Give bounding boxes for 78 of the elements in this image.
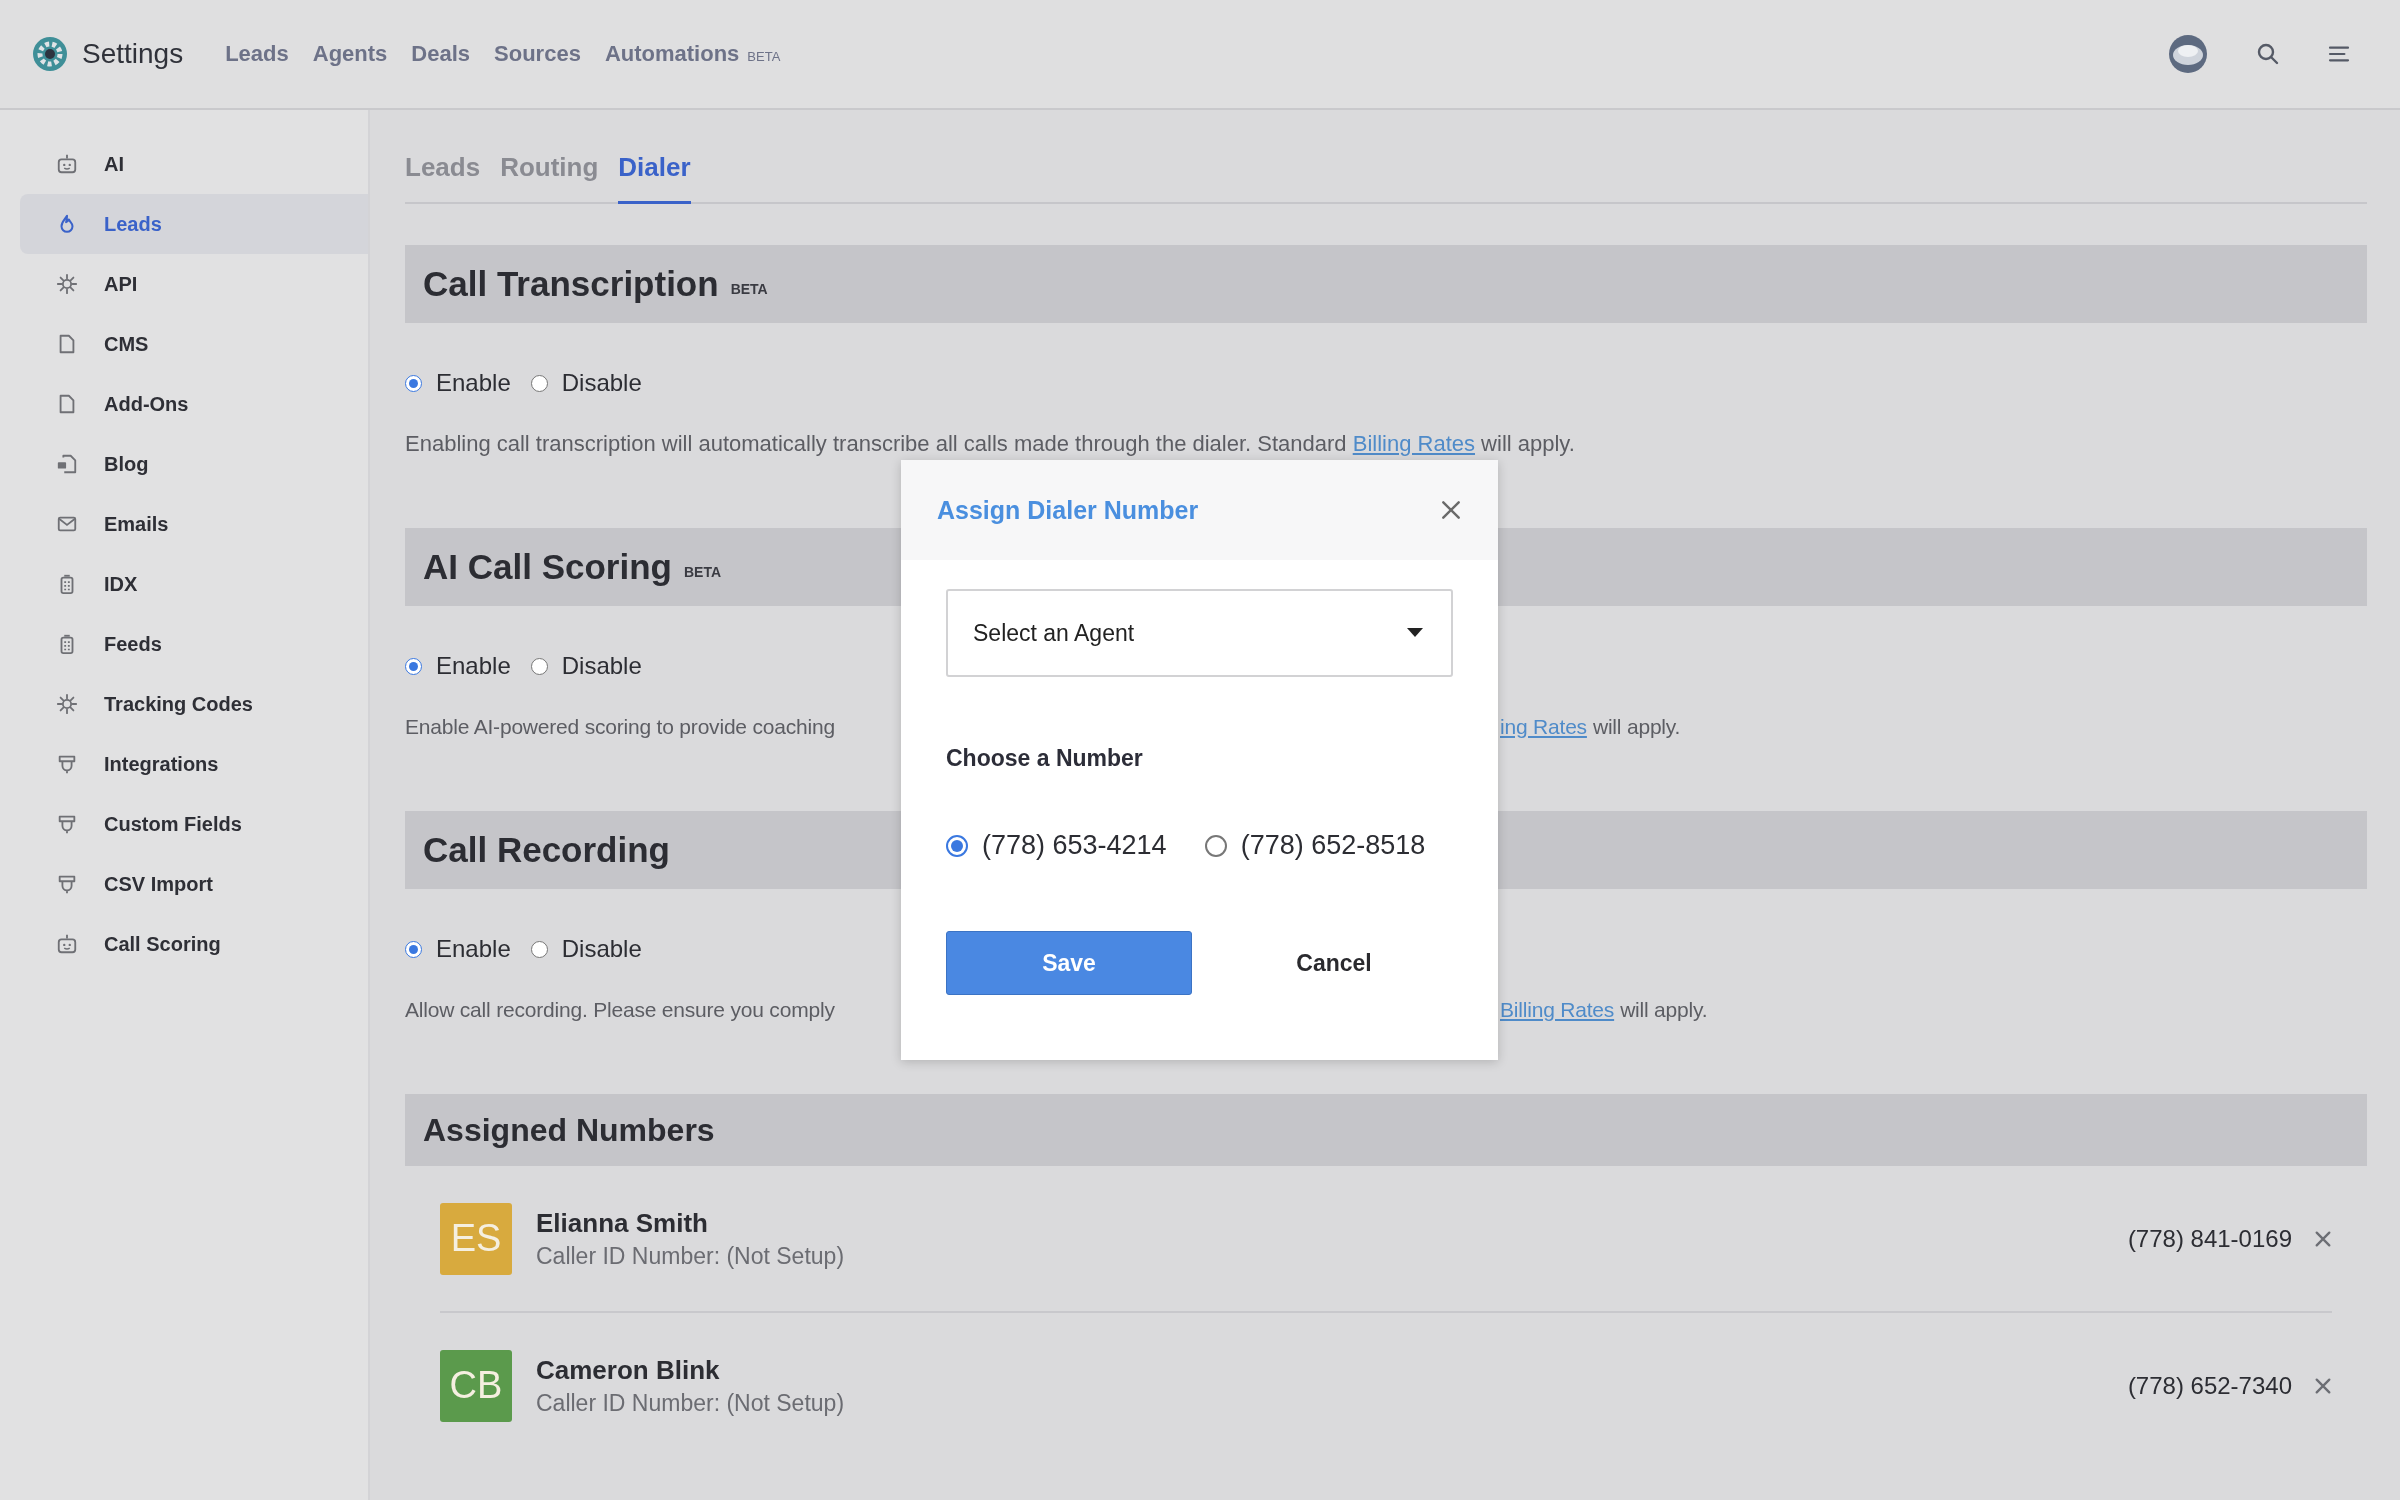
menu-icon[interactable] [2328, 45, 2350, 63]
remove-icon[interactable] [2314, 1229, 2332, 1248]
sidebar-item[interactable]: Feeds [20, 614, 368, 674]
search-icon[interactable] [2256, 42, 2280, 66]
radio-button[interactable] [405, 657, 422, 675]
sidebar-item[interactable]: Custom Fields [20, 794, 368, 854]
caret-icon [1407, 628, 1423, 638]
description-text: will apply. [1620, 997, 1708, 1023]
robot-icon [56, 153, 78, 175]
phone-number: (778) 841-0169 [2127, 1224, 2292, 1253]
field-label: Choose a Number [946, 745, 1144, 772]
radio-label: Enable [436, 935, 511, 963]
sidebar-item[interactable]: CMS [20, 314, 368, 374]
radio-label: (778) 652-8518 [1240, 830, 1426, 861]
initials-avatar: ES [440, 1202, 512, 1275]
radio-label: Enable [436, 369, 511, 397]
gear-icon [56, 273, 78, 295]
initials-avatar: CB [440, 1349, 512, 1422]
nav-link[interactable]: Sources [494, 41, 581, 67]
section-title: Call Transcription [423, 264, 719, 304]
phone-number: (778) 652-7340 [2127, 1371, 2292, 1400]
nav-link[interactable]: Automations [604, 41, 740, 67]
nav-link[interactable]: Deals [411, 41, 471, 67]
save-button[interactable]: Save [946, 931, 1192, 995]
sidebar-item[interactable]: Blog [20, 434, 368, 494]
document-chat-icon [56, 453, 78, 475]
sidebar-item[interactable]: AI [20, 134, 368, 194]
section-title: Assigned Numbers [423, 1111, 715, 1149]
radio-button[interactable] [530, 374, 548, 392]
radio-label: (778) 653-4214 [982, 830, 1167, 861]
agent-select[interactable]: Select an Agent [946, 589, 1453, 677]
plug-icon [56, 753, 78, 775]
robot-icon [56, 933, 78, 955]
description-text: will apply. [1592, 714, 1681, 740]
beta-label: BETA [683, 564, 721, 580]
dialog-title: Assign Dialer Number [937, 495, 1199, 525]
radio-button[interactable] [1204, 834, 1227, 857]
plug-icon [56, 873, 78, 895]
remove-icon[interactable] [2314, 1376, 2332, 1395]
radio-button[interactable] [405, 940, 422, 958]
radio-label: Disable [561, 652, 642, 680]
description-text: Enable AI-powered scoring to provide coaching [405, 714, 836, 740]
radio-button[interactable] [530, 657, 548, 675]
beta-label: BETA [747, 49, 781, 64]
radio-label: Enable [436, 652, 511, 680]
gear-icon [56, 693, 78, 715]
radio-button[interactable] [530, 940, 548, 958]
cancel-button[interactable]: Cancel [1254, 931, 1414, 995]
radio-button[interactable] [405, 374, 422, 392]
plug-icon [56, 813, 78, 835]
tab[interactable]: Dialer [618, 152, 691, 204]
caller-id-text: Caller ID Number: (Not Setup) [536, 1242, 845, 1270]
sidebar-item[interactable]: CSV Import [20, 854, 368, 914]
agent-name: Elianna Smith [536, 1207, 709, 1239]
sidebar-item[interactable]: Emails [20, 494, 368, 554]
caller-id-text: Caller ID Number: (Not Setup) [536, 1389, 845, 1417]
beta-label: BETA [730, 281, 768, 297]
sidebar-item[interactable]: IDX [20, 554, 368, 614]
sidebar-item[interactable]: Add-Ons [20, 374, 368, 434]
sidebar-item[interactable]: Leads [20, 194, 368, 254]
sidebar-item[interactable]: API [20, 254, 368, 314]
agent-name: Cameron Blink [536, 1354, 721, 1386]
description-text: Allow call recording. Please ensure you comply [405, 997, 836, 1023]
nav-link[interactable]: Leads [225, 41, 289, 67]
sidebar-item[interactable]: Tracking Codes [20, 674, 368, 734]
nav-link[interactable]: Agents [312, 41, 388, 67]
section-title: Call Recording [423, 830, 670, 870]
description-text: Enabling call transcription will automatically transcribe all calls made through the dialer. Standard Billing Rates will apply. [405, 430, 1576, 458]
radio-label: Disable [561, 935, 642, 963]
app-title: Settings [82, 38, 184, 70]
radio-label: Disable [561, 369, 642, 397]
close-icon[interactable] [1440, 499, 1462, 521]
radio-button[interactable] [946, 834, 968, 857]
avatar-icon[interactable] [2168, 34, 2208, 74]
sidebar-item[interactable]: Integrations [20, 734, 368, 794]
section-title: AI Call Scoring [423, 547, 672, 587]
gear-logo-icon [32, 36, 68, 72]
sidebar-item[interactable]: Call Scoring [20, 914, 368, 974]
